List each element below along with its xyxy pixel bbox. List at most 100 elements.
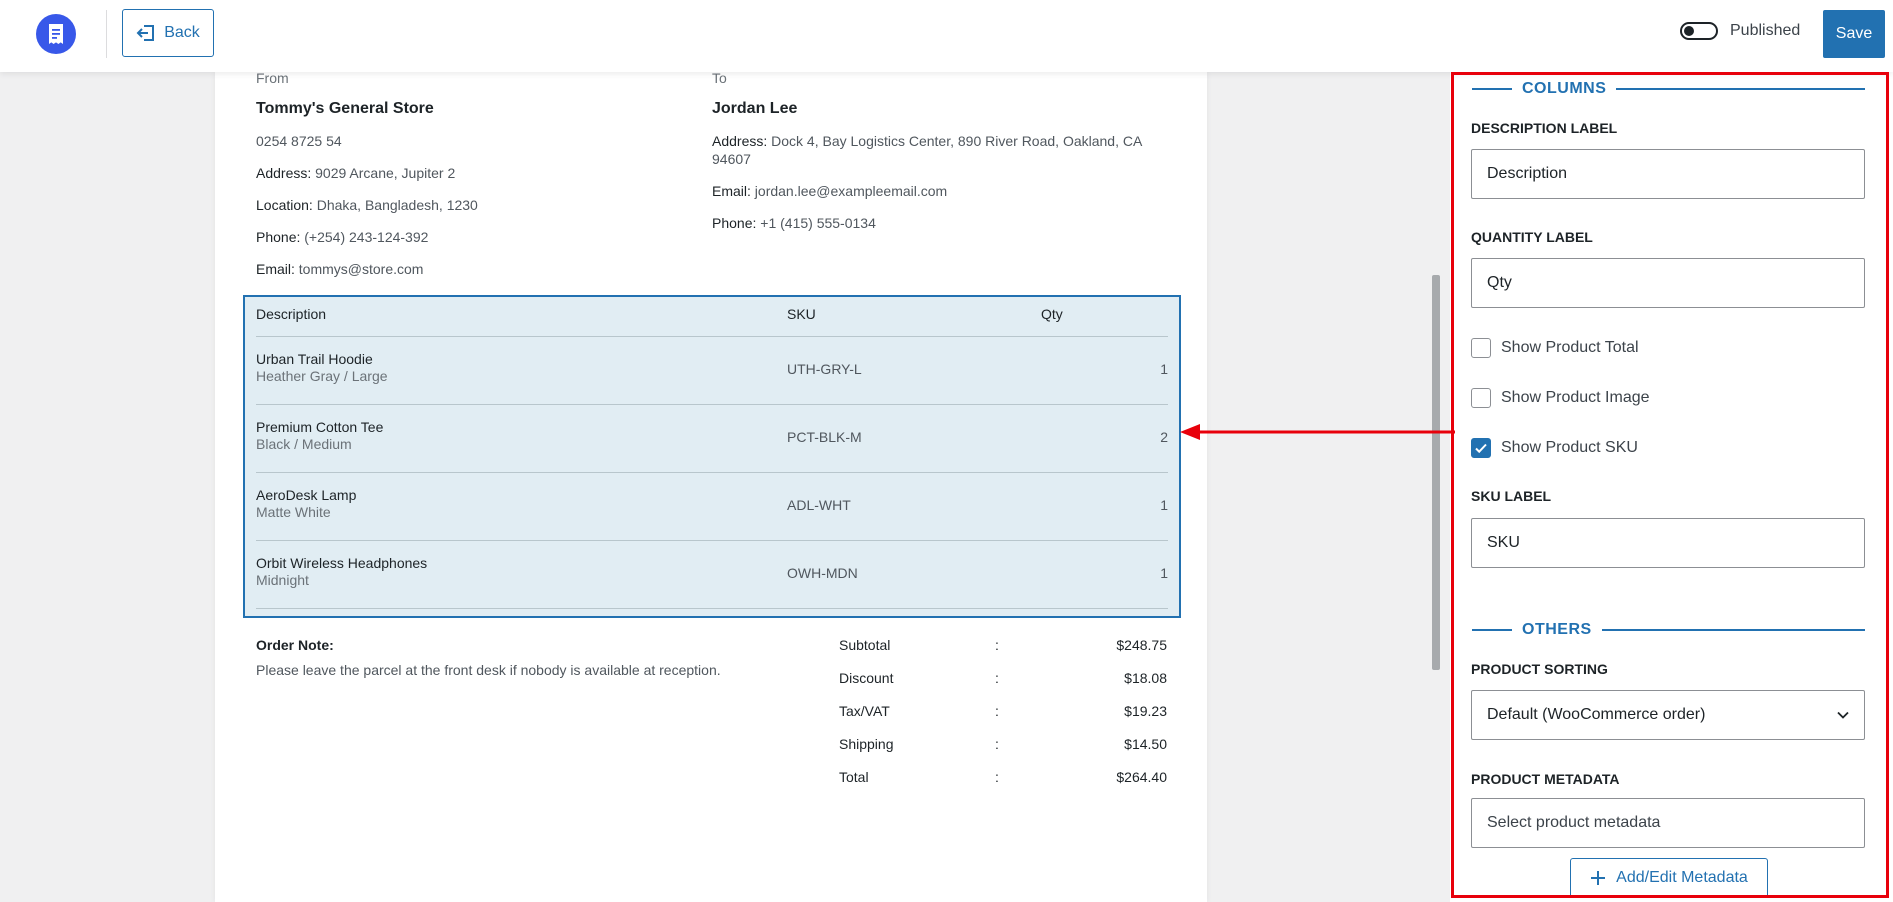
quantity-label-input[interactable] [1471, 258, 1865, 308]
totals-label: Subtotal [839, 637, 891, 653]
published-label: Published [1730, 22, 1801, 39]
product-sku: PCT-BLK-M [787, 429, 862, 445]
show-product-total-checkbox[interactable]: Show Product Total [1471, 338, 1639, 358]
product-qty: 1 [1160, 361, 1168, 377]
checkbox[interactable] [1471, 388, 1491, 408]
checkmark-icon [1475, 443, 1487, 454]
back-button-label: Back [164, 24, 200, 41]
show-product-total-label: Show Product Total [1501, 339, 1639, 356]
show-product-image-checkbox[interactable]: Show Product Image [1471, 388, 1650, 408]
save-button[interactable]: Save [1823, 10, 1885, 58]
from-location-value: Dhaka, Bangladesh, 1230 [312, 197, 478, 213]
totals-value: $14.50 [1124, 736, 1167, 752]
product-sorting-select[interactable]: Default (WooCommerce order) [1471, 690, 1865, 740]
product-sku: OWH-MDN [787, 565, 858, 581]
chevron-down-icon [1837, 711, 1849, 719]
app-logo[interactable] [36, 14, 76, 54]
from-address: Address: 9029 Arcane, Jupiter 2 [256, 164, 478, 182]
published-toggle-group: Published [1680, 22, 1800, 40]
totals-row: Subtotal: $248.75 [839, 637, 1167, 670]
invoice-preview: From Tommy's General Store 0254 8725 54 … [215, 70, 1207, 902]
plus-icon [1591, 871, 1606, 885]
product-sorting-value: Default (WooCommerce order) [1487, 706, 1706, 723]
table-row: AeroDesk Lamp Matte White ADL-WHT 1 [256, 473, 1168, 541]
items-table-header: Description SKU Qty [256, 297, 1168, 337]
others-section-title: OTHERS [1522, 621, 1592, 638]
totals-value: $248.75 [1116, 637, 1167, 653]
from-address-key: Address: [256, 165, 312, 181]
to-label: To [712, 70, 727, 86]
from-email-value: tommys@store.com [294, 261, 424, 277]
from-email-key: Email: [256, 261, 295, 277]
totals-label: Discount [839, 670, 894, 686]
product-sku: ADL-WHT [787, 497, 851, 513]
table-row: Orbit Wireless Headphones Midnight OWH-M… [256, 541, 1168, 609]
to-email: Email: jordan.lee@exampleemail.com [712, 182, 1152, 200]
product-variant: Black / Medium [256, 436, 352, 452]
annotation-arrow [1180, 424, 1455, 440]
from-phone-value: (+254) 243-124-392 [300, 229, 429, 245]
product-metadata-input[interactable] [1471, 798, 1865, 848]
from-phone: Phone: (+254) 243-124-392 [256, 228, 478, 246]
checkbox[interactable] [1471, 338, 1491, 358]
description-label-input[interactable] [1471, 149, 1865, 199]
totals-separator: : [995, 670, 999, 686]
to-address-value: Dock 4, Bay Logistics Center, 890 River … [712, 133, 1142, 167]
to-name: Jordan Lee [712, 100, 798, 117]
sku-label-input[interactable] [1471, 518, 1865, 568]
toggle-knob [1684, 26, 1694, 36]
published-toggle[interactable] [1680, 22, 1718, 40]
product-qty: 2 [1160, 429, 1168, 445]
totals-separator: : [995, 637, 999, 653]
to-block: To Jordan Lee Address: Dock 4, Bay Logis… [712, 70, 1152, 246]
section-rule [1472, 629, 1512, 631]
totals-value: $19.23 [1124, 703, 1167, 719]
totals-row: Total: $264.40 [839, 769, 1167, 802]
totals-separator: : [995, 736, 999, 752]
from-block: From Tommy's General Store 0254 8725 54 … [256, 70, 478, 292]
top-bar: Back Published Save [0, 0, 1893, 72]
order-note-title: Order Note: [256, 637, 334, 653]
totals-label: Shipping [839, 736, 894, 752]
order-note-text: Please leave the parcel at the front des… [256, 662, 721, 678]
product-variant: Matte White [256, 504, 331, 520]
column-qty-header: Qty [1041, 306, 1063, 322]
to-address-key: Address: [712, 133, 768, 149]
settings-panel-content: COLUMNS DESCRIPTION LABEL QUANTITY LABEL… [1450, 72, 1893, 902]
from-email: Email: tommys@store.com [256, 260, 478, 278]
product-qty: 1 [1160, 497, 1168, 513]
others-section-header: OTHERS [1472, 620, 1865, 640]
from-name: Tommy's General Store [256, 100, 434, 117]
show-product-sku-label: Show Product SKU [1501, 439, 1638, 456]
product-name: Urban Trail Hoodie [256, 351, 373, 367]
header-divider [106, 10, 107, 58]
add-edit-metadata-button[interactable]: Add/Edit Metadata [1570, 858, 1768, 898]
items-table[interactable]: Description SKU Qty Urban Trail Hoodie H… [243, 295, 1181, 618]
from-location-key: Location: [256, 197, 313, 213]
totals-row: Discount: $18.08 [839, 670, 1167, 703]
add-edit-metadata-label: Add/Edit Metadata [1616, 869, 1748, 886]
totals-row: Tax/VAT: $19.23 [839, 703, 1167, 736]
sku-label-title: SKU LABEL [1471, 488, 1552, 504]
product-name: Premium Cotton Tee [256, 419, 384, 435]
to-email-key: Email: [712, 183, 751, 199]
from-address-value: 9029 Arcane, Jupiter 2 [311, 165, 456, 181]
totals-value: $18.08 [1124, 670, 1167, 686]
totals-value: $264.40 [1116, 769, 1167, 785]
section-rule [1616, 88, 1865, 90]
back-button[interactable]: Back [122, 9, 214, 57]
section-rule [1472, 88, 1512, 90]
columns-section-header: COLUMNS [1472, 79, 1865, 99]
show-product-image-label: Show Product Image [1501, 389, 1650, 406]
checkbox[interactable] [1471, 438, 1491, 458]
from-label: From [256, 70, 289, 86]
product-metadata-title: PRODUCT METADATA [1471, 771, 1620, 787]
preview-scrollbar-thumb[interactable] [1432, 275, 1440, 670]
product-qty: 1 [1160, 565, 1168, 581]
table-row: Urban Trail Hoodie Heather Gray / Large … [256, 337, 1168, 405]
column-sku-header: SKU [787, 306, 816, 322]
totals-label: Tax/VAT [839, 703, 890, 719]
show-product-sku-checkbox[interactable]: Show Product SKU [1471, 438, 1638, 458]
to-email-value: jordan.lee@exampleemail.com [750, 183, 948, 199]
settings-panel: COLUMNS DESCRIPTION LABEL QUANTITY LABEL… [1450, 72, 1893, 902]
